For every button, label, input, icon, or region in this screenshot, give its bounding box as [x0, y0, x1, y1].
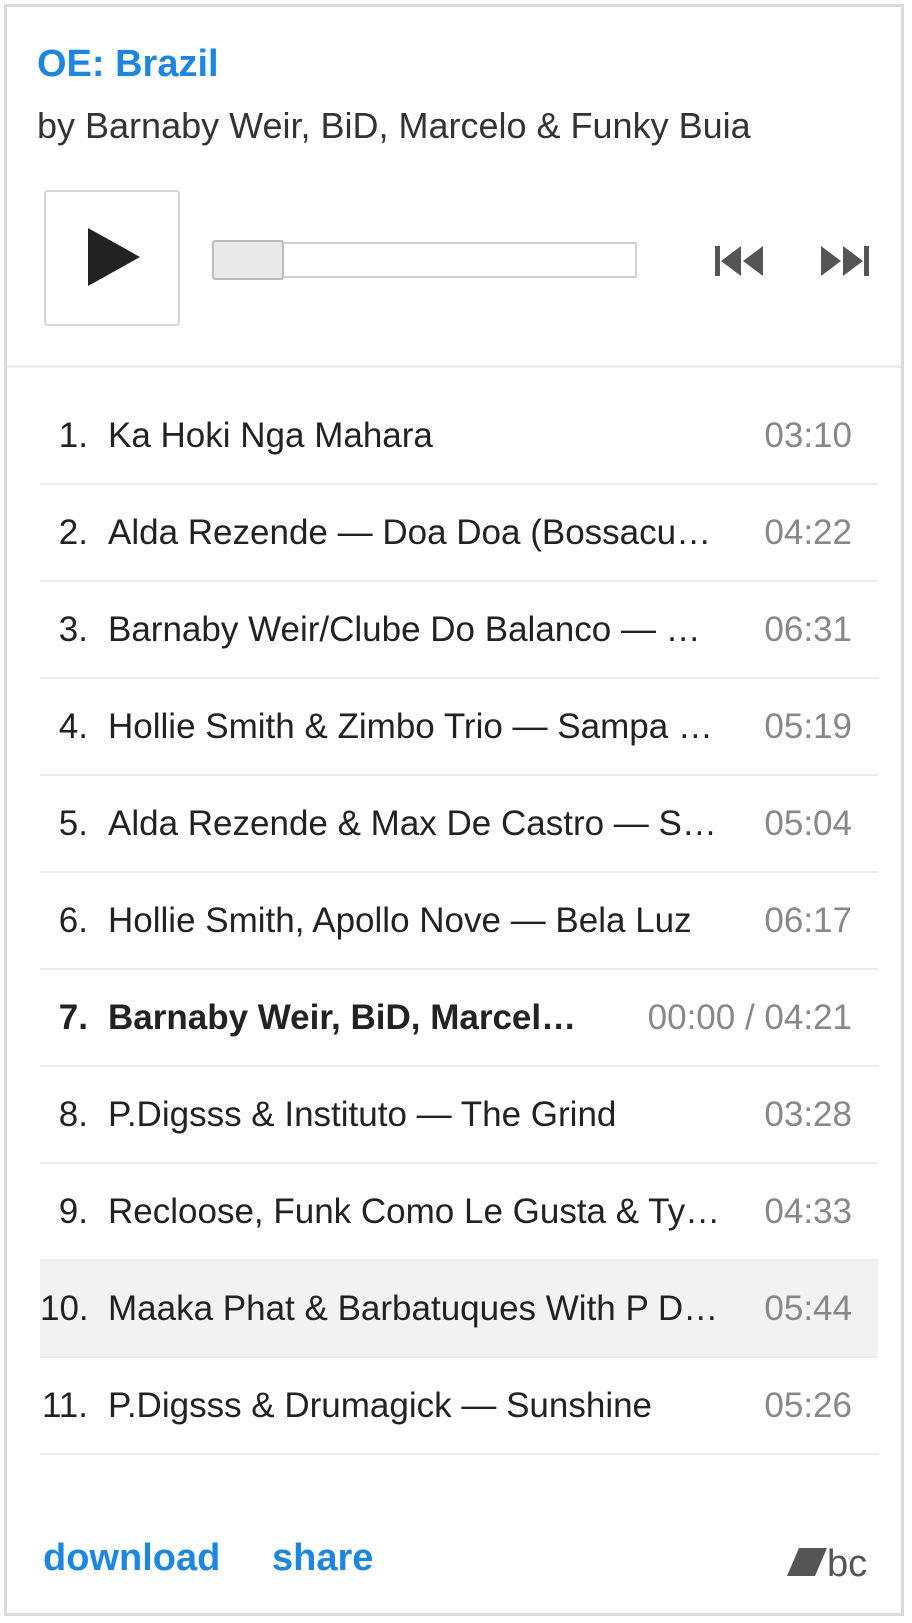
track-number: 11.	[41, 1386, 88, 1425]
track-number: 7.	[58, 998, 88, 1037]
track-title[interactable]: Barnaby Weir/Clube Do Balanco — …	[108, 610, 740, 650]
track-duration: 05:26	[764, 1386, 852, 1425]
track-number: 3.	[58, 610, 88, 649]
track-title[interactable]: Hollie Smith & Zimbo Trio — Sampa …	[108, 707, 740, 747]
play-icon	[88, 228, 140, 286]
previous-track-button[interactable]	[711, 240, 771, 282]
track-row[interactable]: 7. Barnaby Weir, BiD, Marcel… 00:00 / 04:2…	[40, 970, 878, 1067]
track-number: 9.	[58, 1192, 88, 1231]
track-title[interactable]: Ka Hoki Nga Mahara	[108, 416, 740, 456]
track-row[interactable]: 1. Ka Hoki Nga Mahara 03:10	[40, 388, 878, 485]
header-divider	[7, 365, 901, 368]
track-duration: 03:10	[764, 416, 852, 455]
track-duration: 05:44	[764, 1289, 852, 1328]
track-duration: 03:28	[764, 1095, 852, 1134]
track-duration: 04:33	[764, 1192, 852, 1231]
track-duration: 00:00 / 04:21	[647, 998, 852, 1037]
track-title[interactable]: Maaka Phat & Barbatuques With P D…	[108, 1289, 740, 1329]
track-duration: 06:17	[764, 901, 852, 940]
track-row[interactable]: 6. Hollie Smith, Apollo Nove — Bela Luz 06…	[40, 873, 878, 970]
tracklist: 1. Ka Hoki Nga Mahara 03:10 2. Alda Rezende …	[40, 388, 878, 1455]
skip-next-icon	[821, 246, 869, 276]
next-track-button[interactable]	[817, 240, 877, 282]
track-row[interactable]: 11. P.Digsss & Drumagick — Sunshine 05:26	[40, 1358, 878, 1455]
track-number: 2.	[58, 513, 88, 552]
track-row[interactable]: 8. P.Digsss & Instituto — The Grind 03:28	[40, 1067, 878, 1164]
track-row[interactable]: 2. Alda Rezende — Doa Doa (Bossacu… 04:22	[40, 485, 878, 582]
track-number: 6.	[58, 901, 88, 940]
track-title[interactable]: P.Digsss & Drumagick — Sunshine	[108, 1386, 740, 1426]
progress-slider[interactable]	[212, 240, 637, 280]
track-title[interactable]: P.Digsss & Instituto — The Grind	[108, 1095, 740, 1135]
track-title[interactable]: Alda Rezende — Doa Doa (Bossacu…	[108, 513, 740, 553]
play-button[interactable]	[44, 190, 180, 326]
track-duration: 06:31	[764, 610, 852, 649]
track-duration: 05:19	[764, 707, 852, 746]
track-row[interactable]: 3. Barnaby Weir/Clube Do Balanco — … 06:31	[40, 582, 878, 679]
track-row[interactable]: 9. Recloose, Funk Como Le Gusta & Ty… 04:3…	[40, 1164, 878, 1261]
progress-slider-thumb[interactable]	[212, 240, 284, 280]
track-number: 5.	[58, 804, 88, 843]
track-row[interactable]: 10. Maaka Phat & Barbatuques With P D… 05:…	[40, 1261, 878, 1358]
track-title[interactable]: Recloose, Funk Como Le Gusta & Ty…	[108, 1192, 740, 1232]
track-number: 1.	[58, 416, 88, 455]
share-link[interactable]: share	[272, 1537, 373, 1580]
track-number: 8.	[58, 1095, 88, 1134]
track-title[interactable]: Barnaby Weir, BiD, Marcel…	[108, 998, 588, 1038]
bandcamp-logo-icon[interactable]: bc	[787, 1543, 879, 1585]
track-title[interactable]: Alda Rezende & Max De Castro — S…	[108, 804, 740, 844]
track-row[interactable]: 4. Hollie Smith & Zimbo Trio — Sampa … 05:…	[40, 679, 878, 776]
download-link[interactable]: download	[43, 1537, 220, 1580]
track-row[interactable]: 5. Alda Rezende & Max De Castro — S… 05:04	[40, 776, 878, 873]
skip-previous-icon	[715, 246, 763, 276]
track-duration: 04:22	[764, 513, 852, 552]
bandcamp-logo-text: bc	[827, 1544, 867, 1584]
track-number: 10.	[40, 1289, 89, 1328]
track-number: 4.	[58, 707, 88, 746]
track-title[interactable]: Hollie Smith, Apollo Nove — Bela Luz	[108, 901, 740, 941]
bandcamp-player-widget: OE: Brazil by Barnaby Weir, BiD, Marcelo…	[4, 4, 904, 1616]
track-duration: 05:04	[764, 804, 852, 843]
album-artist[interactable]: by Barnaby Weir, BiD, Marcelo & Funky Bu…	[37, 105, 751, 147]
album-title[interactable]: OE: Brazil	[37, 43, 219, 86]
